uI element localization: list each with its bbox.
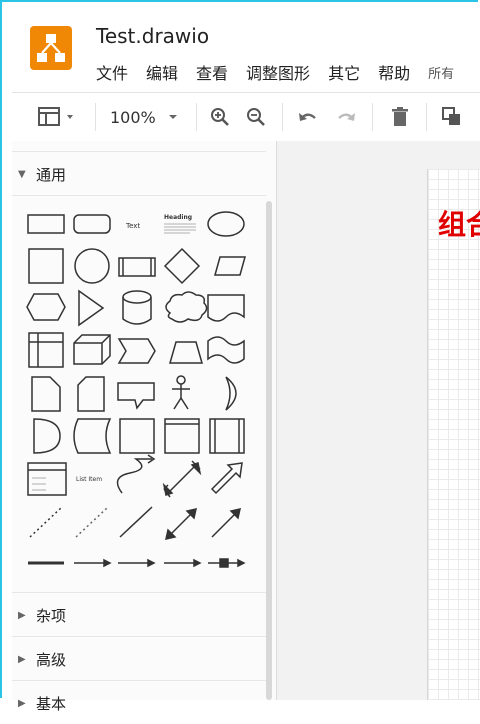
document-shape <box>207 294 245 322</box>
hexagon-shape <box>26 293 66 321</box>
triangle-right-icon: ▶ <box>18 653 26 665</box>
app-header: Test.drawio 文件 编辑 查看 调整图形 其它 帮助 所有 <box>12 12 480 92</box>
trapezoid-shape <box>169 341 203 364</box>
menu-all-changes[interactable]: 所有 <box>428 63 454 84</box>
redo-button[interactable] <box>334 105 358 129</box>
divider <box>12 680 266 681</box>
general-shapes-palette[interactable]: Text Heading List Item <box>12 197 264 587</box>
menu-help[interactable]: 帮助 <box>378 60 410 84</box>
curve-shape <box>116 458 152 494</box>
undo-button[interactable] <box>296 105 320 129</box>
divider <box>12 592 266 593</box>
sidebar-scrollbar[interactable] <box>266 201 272 700</box>
trash-icon <box>392 107 408 126</box>
menu-arrange[interactable]: 调整图形 <box>246 60 310 84</box>
delete-button[interactable] <box>388 105 412 129</box>
section-general-header[interactable]: ▼ 通用 <box>12 153 264 195</box>
section-label: 通用 <box>36 165 67 184</box>
zoom-out-icon <box>247 108 265 126</box>
toolbar-separator <box>196 103 197 131</box>
section-basic-header[interactable]: ▶ 基本 <box>12 682 264 724</box>
section-misc-header[interactable]: ▶ 杂项 <box>12 594 264 636</box>
process-shape <box>118 257 156 277</box>
or-shape <box>225 376 237 411</box>
view-layout-button[interactable] <box>36 105 82 129</box>
rounded-rectangle-shape <box>73 214 111 234</box>
heading-shape-label: Heading <box>164 214 192 221</box>
triangle-right-icon: ▶ <box>18 609 26 621</box>
redo-icon <box>338 113 355 121</box>
tape-shape <box>207 336 245 364</box>
zoom-in-icon <box>211 108 229 126</box>
note-shape <box>31 376 61 412</box>
triangle-shape <box>78 289 105 327</box>
section-advanced-header[interactable]: ▶ 高级 <box>12 638 264 680</box>
card-shape <box>77 376 105 412</box>
shapes-sidebar: ▼ 通用 Text Heading List Item ▶ 杂项 ▶ 高级 ▶ … <box>12 141 277 713</box>
list-item-shape-label: List Item <box>76 476 102 483</box>
step-shape <box>117 338 156 364</box>
to-front-button[interactable] <box>440 105 464 129</box>
divider <box>12 636 266 637</box>
cloud-shape <box>165 291 208 323</box>
menu-file[interactable]: 文件 <box>96 60 128 84</box>
divider <box>12 151 266 152</box>
menu-extras[interactable]: 其它 <box>328 60 360 84</box>
data-storage-shape <box>73 418 112 454</box>
parallelogram-shape <box>214 256 246 276</box>
triangle-down-icon: ▼ <box>18 168 26 180</box>
toolbar-separator <box>282 103 283 131</box>
ellipse-shape <box>207 211 245 237</box>
triangle-right-icon: ▶ <box>18 697 26 709</box>
toolbar: 100% <box>12 92 480 142</box>
layout-panel-icon <box>38 107 73 126</box>
actor-shape <box>176 375 186 385</box>
line-shape <box>119 506 153 538</box>
diamond-shape <box>163 247 201 285</box>
toolbar-separator <box>426 103 427 131</box>
text-shape-label: Text <box>125 222 140 230</box>
rectangle-shape <box>27 214 65 234</box>
chevron-down-icon <box>168 115 177 119</box>
canvas-title-text[interactable]: 组合 <box>438 203 480 243</box>
toolbar-separator <box>372 103 373 131</box>
zoom-level: 100% <box>110 107 156 127</box>
dashed-line-shape <box>75 506 109 538</box>
block-arrow-shape <box>210 462 243 495</box>
undo-icon <box>299 113 316 121</box>
section-label: 基本 <box>36 694 67 713</box>
menu-edit[interactable]: 编辑 <box>146 60 178 84</box>
square-shape <box>28 248 64 284</box>
toolbar-separator <box>95 103 96 131</box>
zoom-dropdown[interactable]: 100% <box>110 105 182 129</box>
delay-shape <box>33 418 61 454</box>
zoom-in-button[interactable] <box>208 105 232 129</box>
circle-shape <box>74 248 110 284</box>
to-front-icon <box>442 107 460 125</box>
callout-shape <box>117 382 155 410</box>
process-square-shape <box>119 418 155 454</box>
divider <box>12 195 266 196</box>
drawio-logo-icon <box>30 26 72 70</box>
menu-view[interactable]: 查看 <box>196 60 228 84</box>
section-label: 杂项 <box>36 606 67 625</box>
document-title[interactable]: Test.drawio <box>96 24 209 48</box>
section-label: 高级 <box>36 650 67 669</box>
diagram-page[interactable]: 组合 <box>427 169 480 700</box>
dotted-line-shape <box>29 506 63 538</box>
diagram-canvas[interactable]: 组合 <box>277 141 480 700</box>
internal-storage-shape <box>28 332 64 368</box>
menu-bar: 文件 编辑 查看 调整图形 其它 帮助 所有 <box>96 60 472 84</box>
zoom-out-button[interactable] <box>244 105 268 129</box>
